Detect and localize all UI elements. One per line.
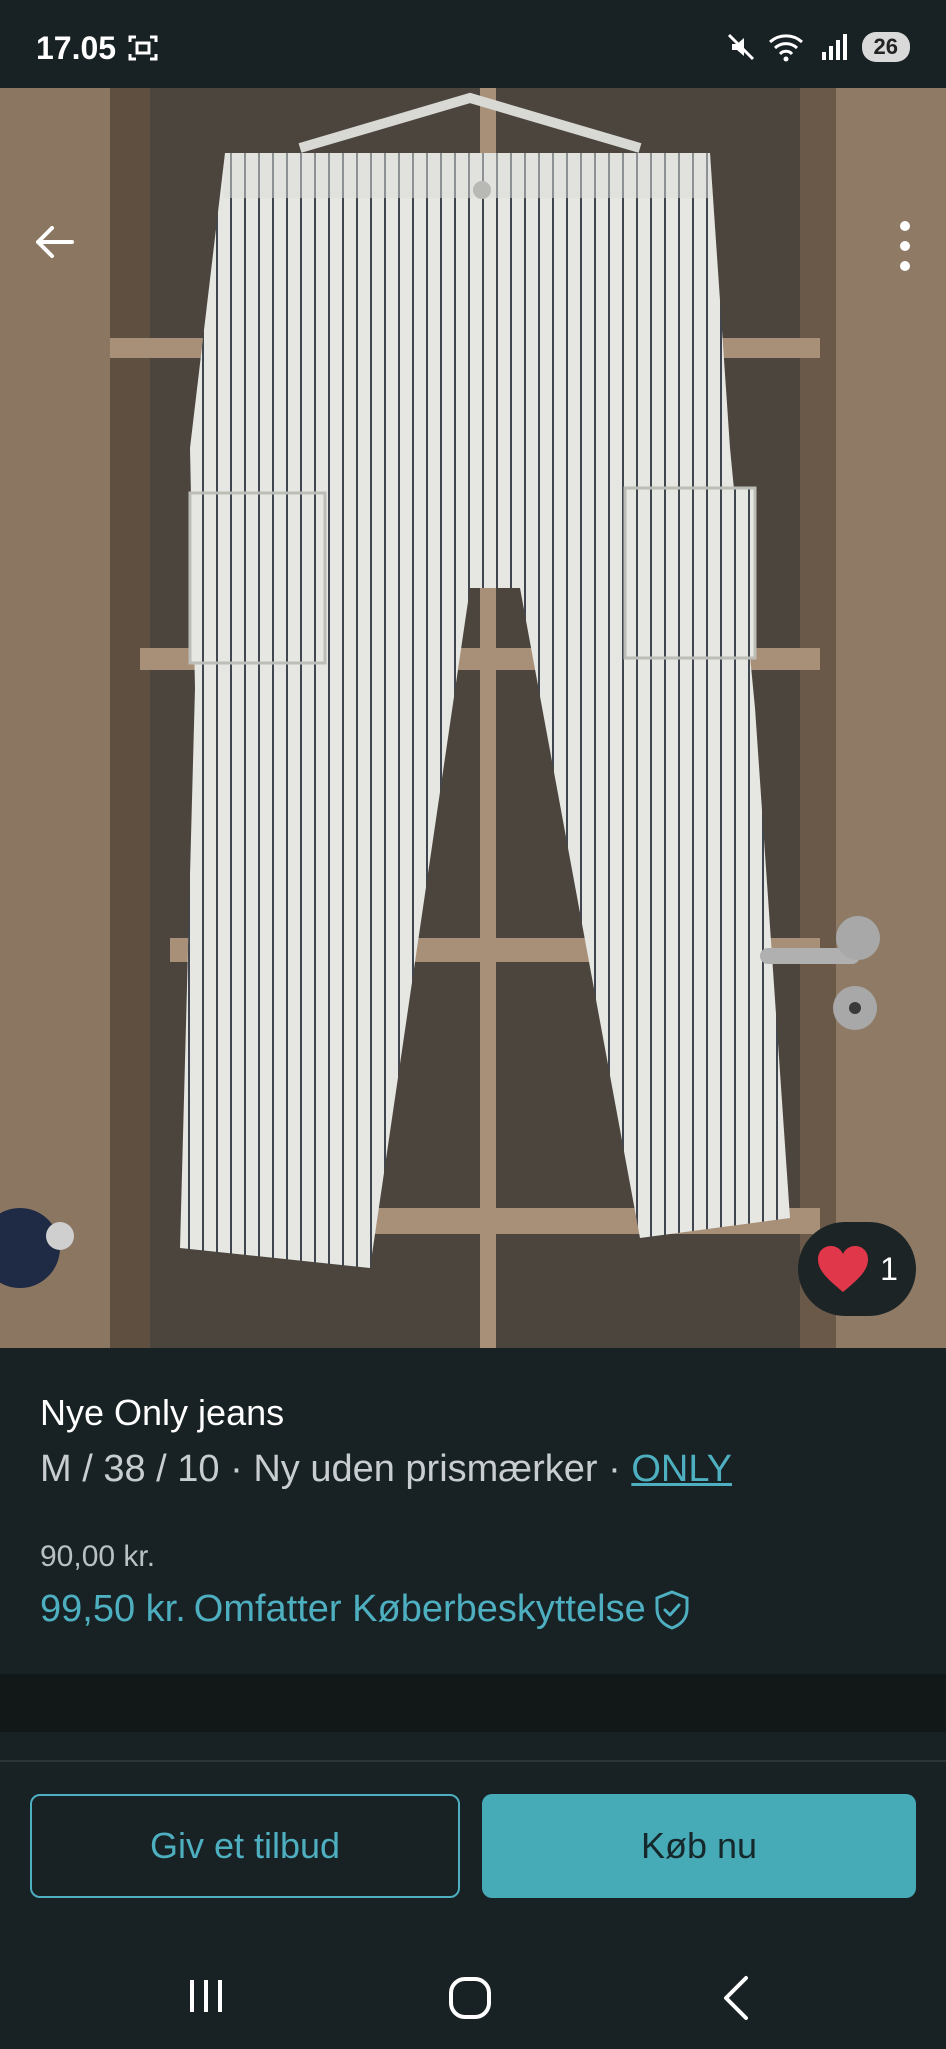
status-icons: 26 bbox=[726, 32, 910, 62]
separator: · bbox=[608, 1448, 621, 1490]
system-navigation-bar bbox=[0, 1930, 946, 2049]
more-vertical-icon[interactable] bbox=[892, 216, 918, 276]
battery-indicator: 26 bbox=[861, 32, 910, 62]
signal-icon bbox=[821, 34, 847, 60]
product-photo-carousel[interactable] bbox=[0, 88, 946, 1348]
nav-back-icon[interactable] bbox=[718, 1974, 754, 2022]
heart-icon bbox=[818, 1246, 869, 1292]
status-bar: 17.05 26 bbox=[0, 0, 946, 88]
listing-title: Nye Only jeans bbox=[40, 1392, 285, 1433]
status-time: 17.05 bbox=[36, 30, 117, 66]
back-arrow-icon[interactable] bbox=[28, 216, 80, 268]
recents-icon[interactable] bbox=[186, 1978, 226, 2014]
home-icon[interactable] bbox=[448, 1976, 492, 2020]
listing-condition: Ny uden prismærker bbox=[253, 1448, 598, 1490]
wifi-icon bbox=[768, 34, 803, 62]
listing-size: M / 38 / 10 bbox=[40, 1448, 220, 1490]
buyer-protection-label: Omfatter Køberbeskyttelse bbox=[193, 1588, 646, 1630]
total-price: 99,50 kr. bbox=[40, 1588, 186, 1630]
favorite-count: 1 bbox=[880, 1250, 898, 1287]
screenshot-indicator-icon bbox=[128, 35, 158, 61]
separator: · bbox=[230, 1448, 243, 1490]
product-photo bbox=[0, 88, 946, 1348]
make-offer-button[interactable]: Giv et tilbud bbox=[30, 1794, 460, 1898]
shield-check-icon bbox=[655, 1589, 689, 1630]
mute-icon bbox=[727, 33, 754, 61]
favorite-button[interactable]: 1 bbox=[798, 1222, 916, 1316]
section-gap bbox=[0, 1674, 946, 1732]
buy-now-button[interactable]: Køb nu bbox=[482, 1794, 916, 1898]
item-price: 90,00 kr. bbox=[40, 1540, 156, 1573]
brand-link[interactable]: ONLY bbox=[631, 1448, 732, 1490]
divider bbox=[0, 1760, 946, 1762]
buyer-protection-price[interactable]: 99,50 kr. Omfatter Køberbeskyttelse bbox=[40, 1588, 690, 1631]
listing-details: M / 38 / 10 · Ny uden prismærker · ONLY bbox=[40, 1448, 732, 1491]
listing-info: Nye Only jeans M / 38 / 10 · Ny uden pri… bbox=[0, 1348, 946, 1674]
